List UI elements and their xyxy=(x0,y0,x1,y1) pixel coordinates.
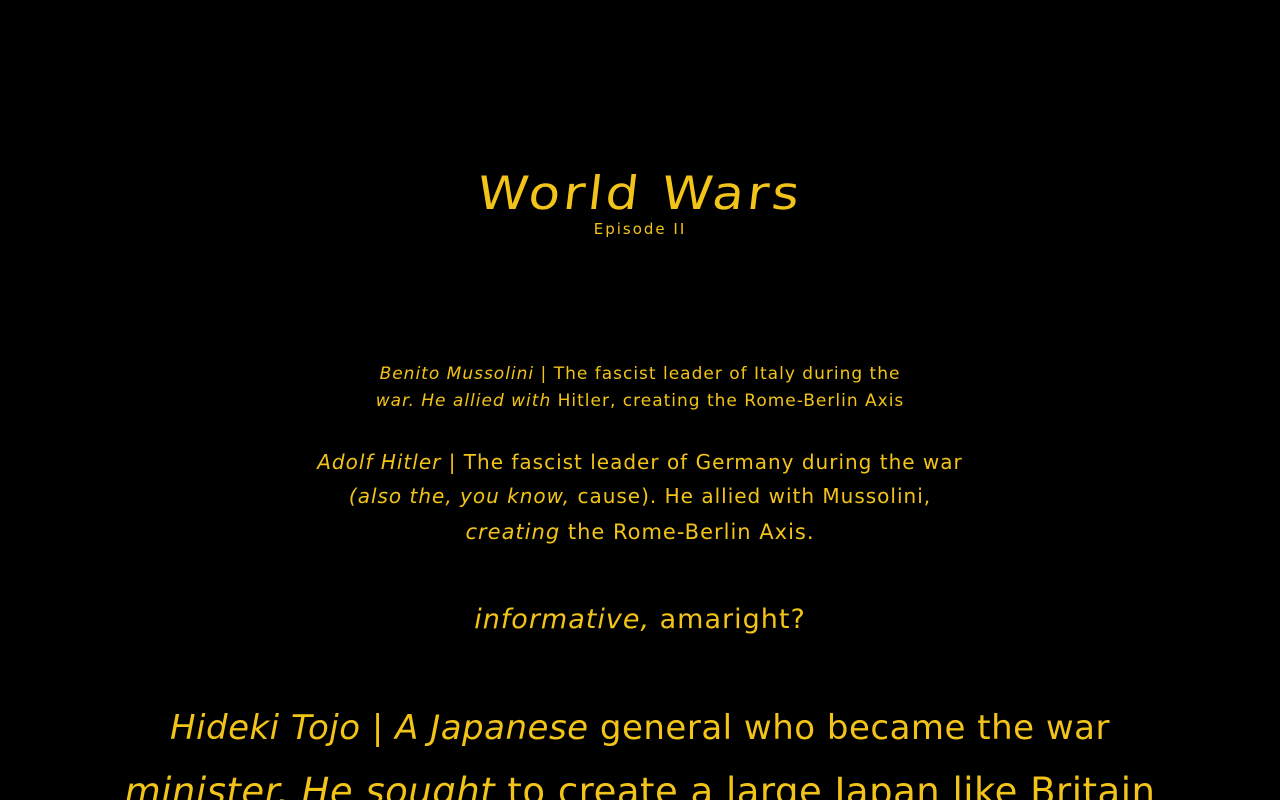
crawl-line-text: | The fascist leader of Italy during the xyxy=(534,364,901,384)
crawl-line-aside: informative, amaright? xyxy=(0,604,1280,635)
crawl-line-text: general who became the war xyxy=(588,708,1110,748)
crawl-line-hitler-3: creating the Rome-Berlin Axis. xyxy=(0,520,1280,544)
crawl-screen: World Wars Episode II Benito Mussolini |… xyxy=(0,0,1280,800)
crawl-subtitle: Episode II xyxy=(593,220,687,238)
crawl-line-text: amaright? xyxy=(650,604,806,635)
crawl-line-italic: Adolf Hitler xyxy=(317,450,442,474)
crawl-title: World Wars xyxy=(474,166,806,220)
title-block: World Wars Episode II xyxy=(0,166,1280,238)
crawl-line-italic: war. He allied with xyxy=(375,391,552,411)
crawl-line-hitler-1: Adolf Hitler | The fascist leader of Ger… xyxy=(0,450,1280,474)
crawl-line-mussolini-2: war. He allied with Hitler, creating the… xyxy=(0,391,1280,411)
crawl-line-italic: informative, xyxy=(474,604,651,635)
crawl-line-text: Hitler, creating the Rome-Berlin Axis xyxy=(551,391,905,411)
crawl-line-italic: Benito Mussolini xyxy=(379,364,535,384)
crawl-line-text: | The fascist leader of Germany during t… xyxy=(441,450,963,474)
crawl-line-tojo-1: Hideki Tojo | A Japanese general who bec… xyxy=(0,708,1280,748)
crawl-line-mussolini-1: Benito Mussolini | The fascist leader of… xyxy=(0,364,1280,384)
crawl-line-italic: (also the, you know, xyxy=(348,484,571,508)
crawl-line-tojo-2: minister. He sought to create a large Ja… xyxy=(0,770,1280,800)
crawl-line-text: cause). He allied with Mussolini, xyxy=(570,484,932,508)
crawl-line-italic: creating xyxy=(465,520,561,544)
crawl-line-italic: Hideki Tojo | A Japanese xyxy=(169,708,589,748)
crawl-line-hitler-2: (also the, you know, cause). He allied w… xyxy=(0,484,1280,508)
crawl-line-text: to create a large Japan like Britain xyxy=(495,770,1156,800)
crawl-line-text: the Rome-Berlin Axis. xyxy=(560,520,815,544)
crawl-line-italic: minister. He sought xyxy=(124,770,496,800)
